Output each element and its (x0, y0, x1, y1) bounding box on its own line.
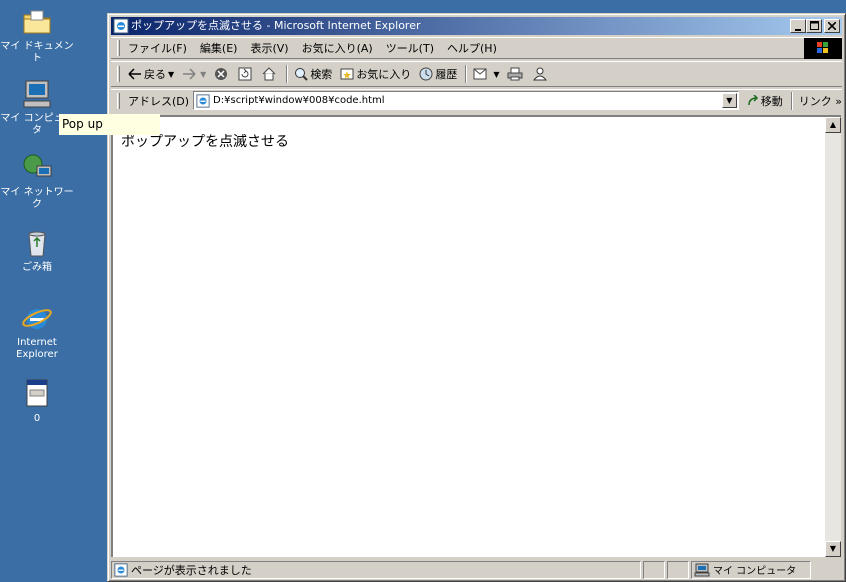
messenger-button[interactable] (533, 67, 549, 81)
status-bar: ページが表示されました マイ コンピュータ (111, 560, 842, 579)
mail-icon (473, 68, 487, 80)
menu-tools[interactable]: ツール(T) (386, 40, 434, 56)
popup-tooltip: Pop up (59, 114, 160, 135)
history-button[interactable]: 履歴 (419, 66, 457, 82)
status-pane-empty (667, 560, 689, 579)
window-title: ポップアップを点滅させる - Microsoft Internet Explor… (131, 19, 421, 32)
desktop-icon-internet-explorer[interactable]: Internet Explorer (0, 302, 74, 361)
print-button[interactable] (507, 67, 525, 81)
standard-toolbar: 戻る ▼ ▼ 検索 お気に入り 履歴 ▼ (111, 61, 842, 87)
desktop-icon-my-documents[interactable]: マイ ドキュメント (0, 6, 74, 65)
toolbar-separator (790, 91, 793, 110)
folder-icon (23, 10, 51, 34)
history-icon (419, 67, 433, 81)
refresh-icon (238, 67, 252, 81)
address-field[interactable]: ▼ (193, 91, 739, 110)
caption-buttons (790, 19, 840, 33)
address-input[interactable] (213, 95, 724, 106)
toolbar-grip[interactable] (117, 66, 120, 82)
stop-icon (215, 68, 228, 80)
menu-file[interactable]: ファイル(F) (128, 40, 187, 56)
desktop-icon-label: マイ ネットワーク (0, 187, 74, 210)
back-arrow-icon (128, 68, 141, 80)
back-label: 戻る (144, 68, 166, 81)
forward-button[interactable]: ▼ (182, 68, 206, 80)
page-content[interactable]: ポップアップを点滅させる ▲ ▼ (111, 115, 841, 557)
chevron-down-icon[interactable]: ▼ (200, 70, 206, 79)
minimize-button[interactable] (790, 19, 806, 33)
go-label: 移動 (760, 94, 783, 108)
menu-help[interactable]: ヘルプ(H) (447, 40, 497, 56)
desktop-icon-label: ごみ箱 (22, 262, 52, 273)
favorites-button[interactable]: お気に入り (340, 66, 411, 82)
chevron-down-icon[interactable]: ▼ (168, 70, 174, 79)
ie-window: ポップアップを点滅させる - Microsoft Internet Explor… (107, 13, 846, 582)
history-label: 履歴 (435, 68, 458, 81)
ie-icon (22, 309, 52, 329)
menu-edit[interactable]: 編集(E) (200, 40, 238, 56)
title-bar[interactable]: ポップアップを点滅させる - Microsoft Internet Explor… (111, 17, 842, 35)
toolbar-grip[interactable] (117, 92, 120, 109)
computer-icon (23, 80, 51, 108)
recycle-bin-icon (28, 231, 46, 257)
home-icon (262, 67, 276, 81)
status-zone-pane: マイ コンピュータ (691, 560, 811, 579)
print-icon (507, 67, 523, 81)
maximize-button[interactable] (806, 19, 822, 33)
address-bar: アドレス(D) ▼ 移動 リンク » (111, 89, 842, 111)
links-button[interactable]: リンク » (799, 93, 842, 109)
close-button[interactable] (824, 19, 840, 33)
computer-icon (694, 563, 710, 576)
search-icon (295, 68, 309, 81)
refresh-button[interactable] (238, 67, 254, 81)
desktop-icon-label: Internet Explorer (16, 337, 58, 360)
windows-logo-icon (804, 38, 842, 59)
address-label: アドレス(D) (127, 94, 190, 108)
chevron-down-icon[interactable]: ▼ (493, 70, 499, 79)
ie-page-icon (114, 562, 128, 577)
scroll-down-button[interactable]: ▼ (825, 541, 841, 557)
mail-button[interactable]: ▼ (473, 67, 499, 81)
toolbar-grip[interactable] (117, 40, 120, 56)
forward-arrow-icon (183, 68, 196, 80)
scroll-up-button[interactable]: ▲ (825, 117, 841, 133)
home-button[interactable] (262, 67, 278, 81)
file-icon (26, 379, 48, 407)
ie-page-icon (196, 93, 210, 108)
menu-view[interactable]: 表示(V) (250, 40, 288, 56)
status-zone-text: マイ コンピュータ (713, 566, 797, 577)
status-pane-empty (643, 560, 665, 579)
stop-button[interactable] (214, 67, 230, 81)
go-button[interactable]: 移動 (747, 93, 783, 109)
favorites-label: お気に入り (356, 68, 412, 81)
desktop-icon-recycle-bin[interactable]: ごみ箱 (0, 227, 74, 274)
status-text: ページが表示されました (131, 563, 252, 577)
back-button[interactable]: 戻る ▼ (128, 66, 174, 82)
address-dropdown-button[interactable]: ▼ (721, 93, 737, 108)
toolbar-separator (465, 65, 468, 83)
person-icon (533, 67, 548, 81)
close-icon (827, 21, 837, 31)
minimize-icon (795, 29, 801, 31)
desktop-icon-my-network[interactable]: マイ ネットワーク (0, 152, 74, 211)
status-main-pane: ページが表示されました (111, 560, 641, 579)
links-label: リンク (798, 94, 832, 108)
desktop-icon-file-0[interactable]: 0 (0, 378, 74, 425)
maximize-icon (809, 21, 819, 30)
search-button[interactable]: 検索 (294, 66, 332, 82)
go-arrow-icon (748, 94, 758, 105)
toolbar-separator (286, 65, 289, 83)
menu-bar: ファイル(F) 編集(E) 表示(V) お気に入り(A) ツール(T) ヘルプ(… (111, 37, 842, 59)
desktop-icon-label: マイ ドキュメント (0, 41, 74, 64)
network-icon (23, 154, 52, 177)
desktop-icon-label: 0 (33, 413, 41, 424)
ie-page-icon (113, 18, 129, 34)
favorites-icon (340, 68, 354, 80)
menu-favorites[interactable]: お気に入り(A) (302, 40, 373, 56)
vertical-scrollbar[interactable]: ▲ ▼ (825, 117, 841, 557)
search-label: 検索 (310, 68, 333, 81)
